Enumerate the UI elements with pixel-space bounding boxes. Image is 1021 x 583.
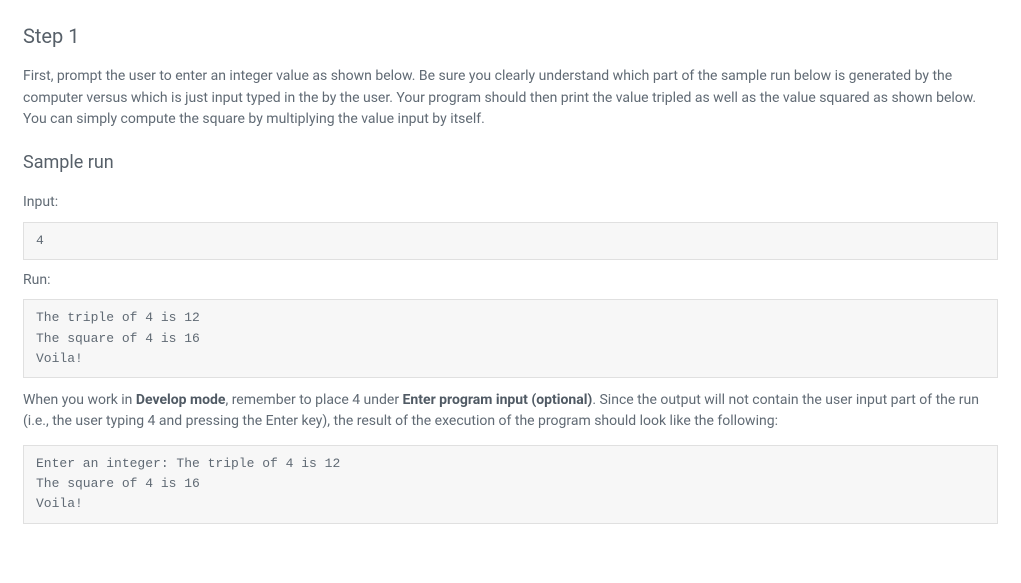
input-label: Input: (23, 192, 998, 214)
step-heading: Step 1 (23, 20, 998, 52)
note-pre: When you work in (23, 392, 136, 408)
input-code-block: 4 (23, 222, 998, 260)
step-description: First, prompt the user to enter an integ… (23, 66, 998, 131)
sample-run-heading: Sample run (23, 149, 998, 178)
run-label: Run: (23, 270, 998, 292)
develop-output-code-block: Enter an integer: The triple of 4 is 12 … (23, 445, 998, 523)
note-mid: , remember to place 4 under (225, 392, 402, 408)
note-bold-enter-input: Enter program input (optional) (403, 392, 593, 408)
develop-note: When you work in Develop mode, remember … (23, 390, 998, 433)
note-bold-develop-mode: Develop mode (136, 392, 226, 408)
run-code-block: The triple of 4 is 12 The square of 4 is… (23, 299, 998, 377)
